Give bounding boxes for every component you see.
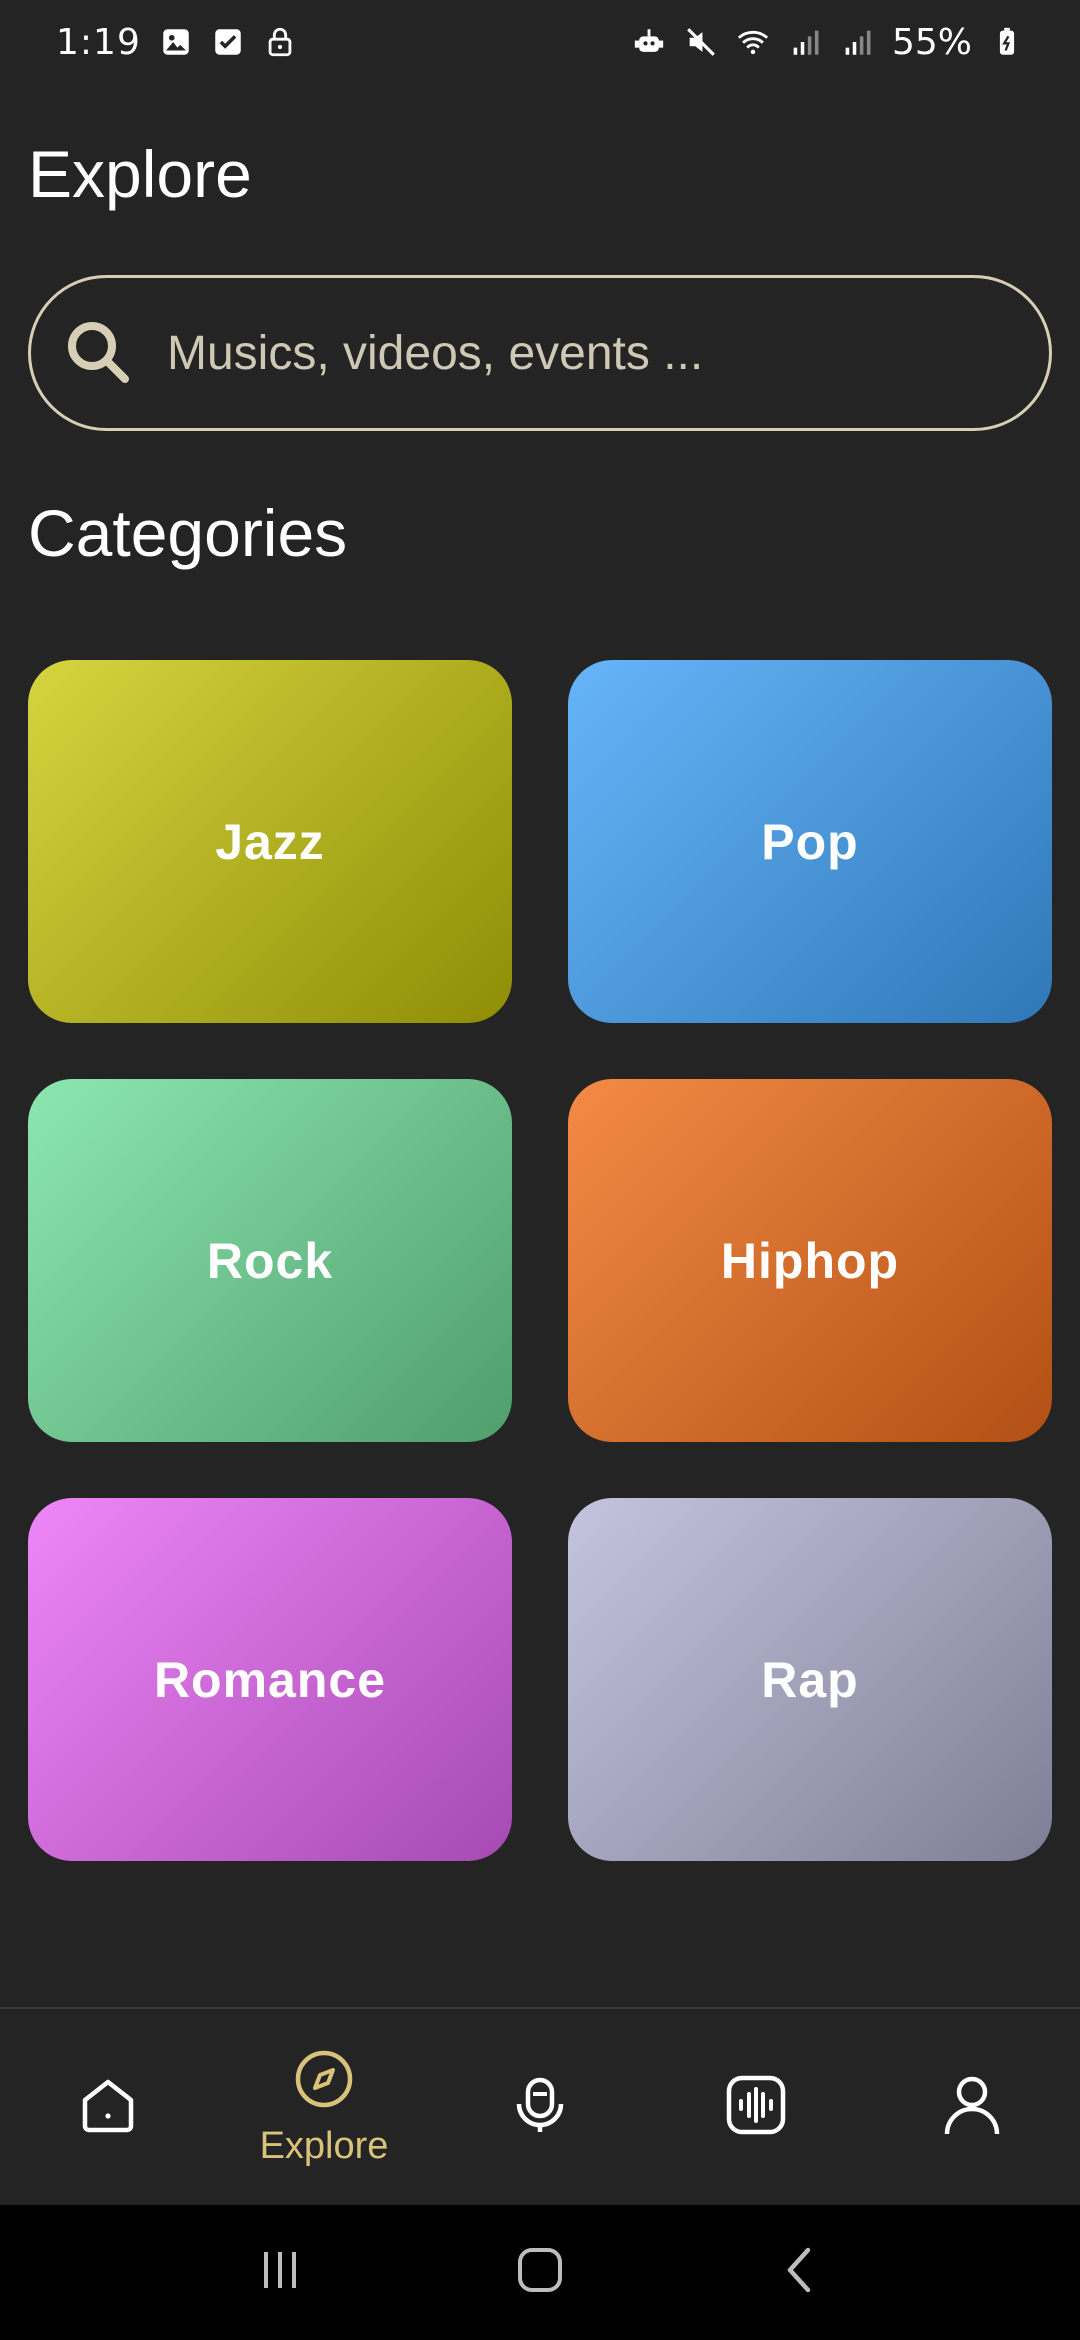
- search-icon: [61, 315, 137, 391]
- nav-explore-label: Explore: [259, 2125, 389, 2167]
- category-grid: Jazz Pop Rock Hiphop Romance Rap: [28, 660, 1052, 1861]
- category-label: Jazz: [215, 813, 325, 870]
- compass-icon: [291, 2046, 357, 2117]
- checkbox-icon: [211, 25, 245, 59]
- category-label: Romance: [153, 1651, 387, 1708]
- microphone-icon: [507, 2072, 573, 2143]
- recents-icon: [250, 2240, 310, 2305]
- nav-profile[interactable]: [882, 2017, 1062, 2197]
- back-button[interactable]: [760, 2233, 840, 2313]
- status-left: 1:19: [56, 22, 297, 63]
- category-label: Rock: [206, 1232, 334, 1289]
- user-icon: [939, 2072, 1005, 2143]
- audio-wave-icon: [723, 2072, 789, 2143]
- image-icon: [159, 25, 193, 59]
- status-time: 1:19: [56, 21, 141, 63]
- lock-icon: [263, 25, 297, 59]
- home-button-icon: [510, 2240, 570, 2305]
- category-romance[interactable]: Romance: [28, 1498, 512, 1861]
- signal-icon: [788, 25, 822, 59]
- wifi-icon: [736, 25, 770, 59]
- back-icon: [770, 2240, 830, 2305]
- page-title: Explore: [28, 137, 252, 211]
- home-button[interactable]: [500, 2233, 580, 2313]
- category-rap[interactable]: Rap: [568, 1498, 1052, 1861]
- categories-title: Categories: [28, 496, 348, 570]
- category-label: Hiphop: [720, 1232, 900, 1289]
- category-jazz[interactable]: Jazz: [28, 660, 512, 1023]
- battery-icon: [990, 25, 1024, 59]
- category-rock[interactable]: Rock: [28, 1079, 512, 1442]
- category-label: Pop: [761, 813, 859, 870]
- mute-icon: [684, 25, 718, 59]
- category-hiphop[interactable]: Hiphop: [568, 1079, 1052, 1442]
- nav-explore[interactable]: Explore: [234, 2017, 414, 2197]
- recents-button[interactable]: [240, 2233, 320, 2313]
- explore-screen: 1:19 55% Explore Musics, videos, events …: [0, 0, 1080, 2340]
- category-label: Rap: [761, 1651, 859, 1708]
- status-bar: 1:19 55%: [0, 0, 1080, 84]
- signal-icon-2: [840, 25, 874, 59]
- nav-audio[interactable]: [666, 2017, 846, 2197]
- nav-microphone[interactable]: [450, 2017, 630, 2197]
- robot-icon: [632, 25, 666, 59]
- bottom-nav: Explore: [0, 2007, 1080, 2205]
- search-input[interactable]: [167, 325, 987, 381]
- battery-percentage: 55%: [891, 21, 972, 63]
- system-nav-bar: [0, 2205, 1080, 2340]
- home-icon: [75, 2072, 141, 2143]
- category-pop[interactable]: Pop: [568, 660, 1052, 1023]
- nav-home[interactable]: [18, 2017, 198, 2197]
- status-right: 55%: [632, 22, 1024, 63]
- search-bar[interactable]: [28, 275, 1052, 431]
